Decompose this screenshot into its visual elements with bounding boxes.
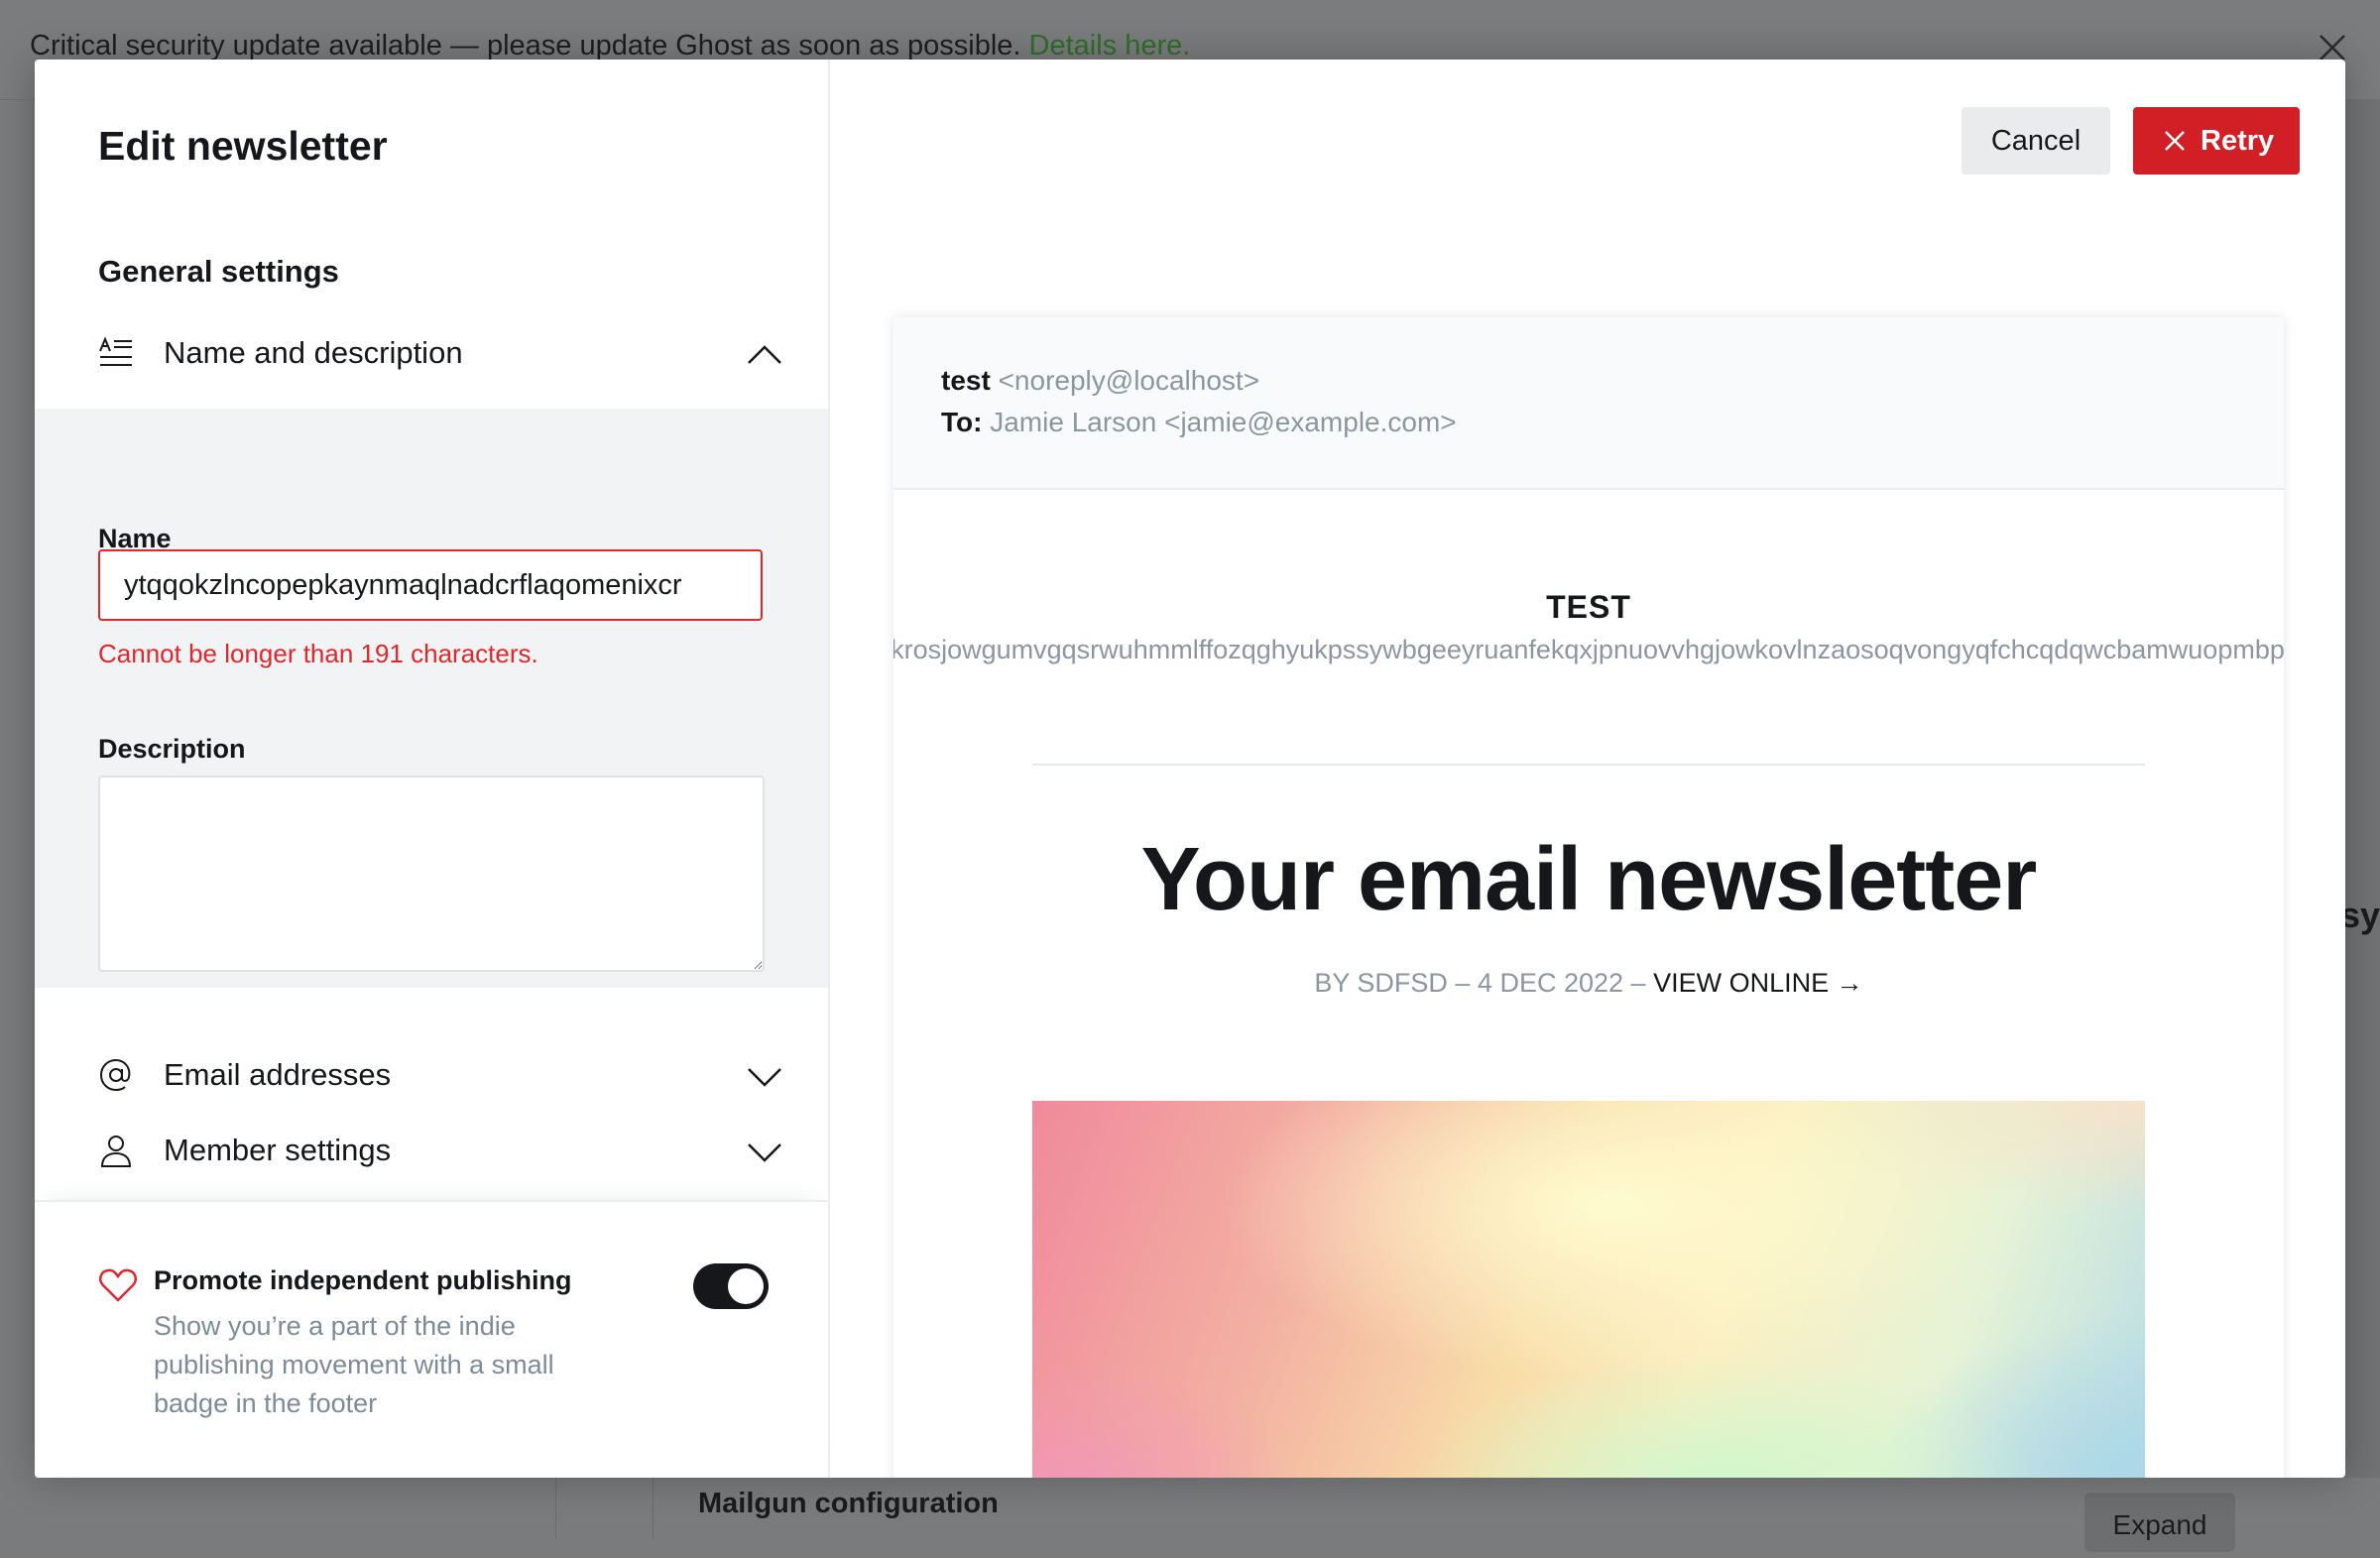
retry-button[interactable]: Retry: [2133, 107, 2300, 175]
email-byline: BY SDFSD – 4 DEC 2022 – VIEW ONLINE →: [1314, 968, 1863, 998]
name-description-panel: Name Cannot be longer than 191 character…: [35, 409, 828, 988]
heart-icon: [99, 1268, 137, 1302]
chevron-up-icon[interactable]: [747, 339, 782, 369]
accordion-label: Email addresses: [164, 1057, 392, 1092]
from-line: test <noreply@localhost>: [941, 365, 1260, 396]
settings-sidebar: Edit newsletter General settings Name an…: [35, 60, 830, 1478]
email-header: test <noreply@localhost> To: Jamie Larso…: [893, 317, 2284, 490]
background-panel: [2344, 99, 2380, 1478]
edit-newsletter-modal: Edit newsletter General settings Name an…: [35, 60, 2345, 1478]
accordion-member-settings[interactable]: Member settings: [98, 1127, 781, 1176]
close-icon: [2165, 131, 2185, 151]
email-preview: test <noreply@localhost> To: Jamie Larso…: [893, 317, 2284, 1478]
accordion-email-addresses[interactable]: Email addresses: [98, 1051, 781, 1101]
retry-label: Retry: [2201, 125, 2275, 157]
to-line: To: Jamie Larson <jamie@example.com>: [941, 407, 1457, 437]
modal-title: Edit newsletter: [98, 123, 388, 169]
chevron-down-icon[interactable]: [747, 1061, 782, 1091]
cancel-button[interactable]: Cancel: [1962, 107, 2110, 175]
expand-button[interactable]: Expand: [2084, 1493, 2235, 1552]
feature-image: [1032, 1101, 2145, 1478]
description-textarea[interactable]: [98, 776, 765, 972]
at-sign-icon: [99, 1058, 131, 1092]
view-online-link[interactable]: VIEW ONLINE →: [1653, 968, 1863, 998]
promote-toggle[interactable]: [693, 1263, 769, 1309]
user-icon: [100, 1136, 132, 1167]
newsletter-name: TEST: [1546, 589, 1631, 625]
accordion-label: Member settings: [164, 1133, 392, 1167]
promote-title: Promote independent publishing: [154, 1265, 572, 1295]
accordion-name-description[interactable]: Name and description: [98, 329, 781, 379]
general-settings-title: General settings: [98, 254, 339, 289]
accordion-label: Name and description: [164, 335, 463, 370]
promote-description: Show you’re a part of the indie publishi…: [154, 1311, 554, 1418]
banner-message: Critical security update available — ple…: [30, 30, 1191, 61]
chevron-down-icon[interactable]: [747, 1137, 782, 1166]
divider: [1032, 764, 2145, 766]
background-partial-text: sy: [2340, 895, 2380, 935]
mailgun-configuration-title: Mailgun configuration: [698, 1488, 999, 1519]
background-divider: [653, 1478, 654, 1539]
toggle-knob: [728, 1268, 764, 1304]
promote-publishing-section: Promote independent publishing Show you’…: [35, 1200, 828, 1478]
background-divider: [555, 1478, 556, 1539]
text-align-icon: [99, 336, 132, 366]
email-headline: Your email newsletter: [1140, 830, 2038, 929]
details-link[interactable]: Details here.: [1029, 30, 1191, 61]
newsletter-description: krosjowgumvgqsrwuhmmlffozqghyukpssywbgee…: [893, 635, 2284, 664]
